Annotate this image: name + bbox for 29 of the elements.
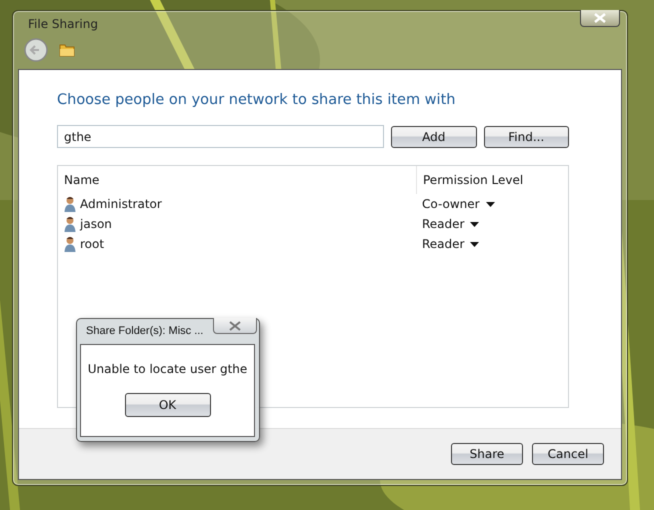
user-name[interactable]: root [80, 237, 104, 251]
folder-icon [59, 43, 75, 57]
dialog-message: Unable to locate user gthe [88, 362, 248, 376]
user-icon [64, 216, 76, 232]
heading: Choose people on your network to share this item with [57, 92, 456, 108]
close-icon [594, 13, 606, 23]
cancel-button[interactable]: Cancel [532, 443, 604, 465]
close-icon [229, 320, 241, 330]
caret-icon [470, 242, 480, 246]
ok-button[interactable]: OK [124, 393, 210, 417]
user-icon [64, 236, 76, 252]
permission-dropdown[interactable]: Co-owner [416, 197, 568, 211]
share-button[interactable]: Share [451, 443, 523, 465]
add-button[interactable]: Add [391, 126, 477, 148]
find-button[interactable]: Find... [484, 126, 570, 148]
column-header[interactable]: Name [58, 173, 416, 187]
permission-dropdown[interactable]: Reader [416, 237, 568, 251]
back-button[interactable] [24, 38, 48, 62]
close-button[interactable] [580, 10, 620, 27]
user-icon [64, 196, 76, 212]
caret-icon [470, 222, 480, 226]
close-button[interactable] [213, 318, 257, 334]
input-field[interactable]: gthe [57, 125, 384, 148]
permission-dropdown[interactable]: Reader [416, 217, 568, 231]
dialog-title: Share Folder(s): Misc ... [86, 325, 204, 337]
user-name[interactable]: Administrator [80, 197, 162, 211]
column-header[interactable]: Permission Level [416, 166, 568, 194]
window-title: File Sharing [28, 17, 98, 31]
user-name[interactable]: jason [80, 217, 112, 231]
